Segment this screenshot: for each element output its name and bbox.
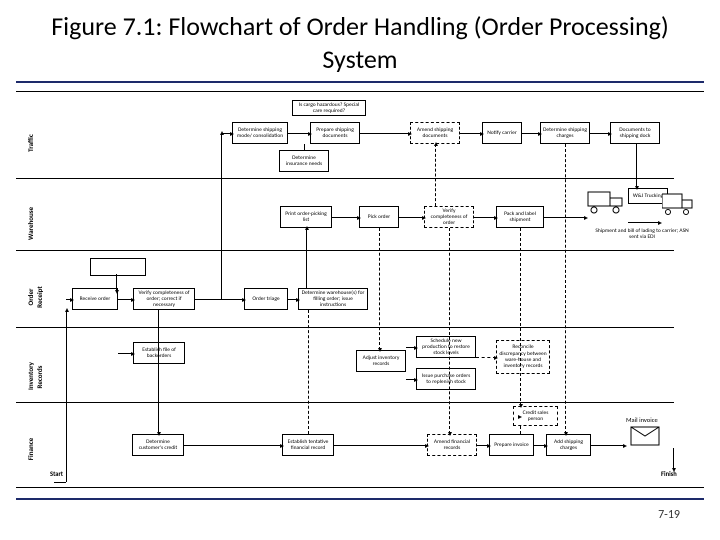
title-rule-bottom bbox=[16, 498, 704, 500]
box-insurance: Determine insurance needs bbox=[279, 150, 329, 172]
lane-traffic: Traffic bbox=[26, 130, 35, 156]
box-prepare-docs: Prepare shipping documents bbox=[310, 122, 360, 144]
mail-icon bbox=[630, 426, 660, 446]
box-add-shipping-charges: Add shipping charges bbox=[546, 434, 591, 456]
box-backorders: Establish file of backorders bbox=[133, 342, 185, 364]
page-number: 7-19 bbox=[0, 504, 720, 522]
box-determine-warehouse: Determine warehouse(s) for filling order… bbox=[298, 288, 368, 310]
box-determine-mode: Determine shipping mode/ consolidation bbox=[232, 122, 288, 144]
truck-icon bbox=[586, 188, 628, 216]
lane-order: Order Receipt bbox=[26, 284, 44, 310]
title-rule-top bbox=[16, 81, 704, 83]
box-notify-carrier: Notify carrier bbox=[482, 122, 522, 144]
box-receive-order: Receive order bbox=[72, 288, 118, 310]
label-start: Start bbox=[50, 470, 63, 478]
box-prepare-invoice: Prepare invoice bbox=[489, 434, 534, 456]
box-verify-completeness: Verify completeness of order; correct if… bbox=[133, 288, 195, 310]
box-pack-label: Pack and label shipment bbox=[496, 206, 544, 228]
flowchart-canvas: Traffic Warehouse Order Receipt Inventor… bbox=[16, 91, 704, 488]
box-reconcile: Reconcile discrepancy between ware-house… bbox=[496, 340, 550, 374]
label-mail: Mail invoice bbox=[626, 416, 658, 424]
box-order-triage: Order triage bbox=[244, 288, 288, 310]
box-amend-financial: Amend financial records bbox=[427, 434, 477, 456]
lane-inventory: Inventory Records bbox=[26, 364, 44, 390]
box-tentative-financial: Establish tentative financial record bbox=[282, 434, 334, 456]
page-title: Figure 7.1: Flowchart of Order Handling … bbox=[0, 0, 720, 79]
lane-finance: Finance bbox=[26, 436, 35, 462]
box-cargo-hazard: Is cargo hazardous? Special care require… bbox=[292, 100, 366, 116]
box-determine-charges: Determine shipping charges bbox=[540, 122, 590, 144]
box-verify-order: Verify completeness of order bbox=[424, 206, 474, 228]
lane-warehouse: Warehouse bbox=[26, 214, 35, 240]
box-issue-po: Issue purchase orders to replenish stock bbox=[416, 368, 476, 390]
box-schedule-production: Schedule new production to restore stock… bbox=[416, 336, 476, 358]
box-pick-order: Pick order bbox=[359, 206, 399, 228]
box-docs-to-dock: Documents to shipping dock bbox=[610, 122, 660, 144]
